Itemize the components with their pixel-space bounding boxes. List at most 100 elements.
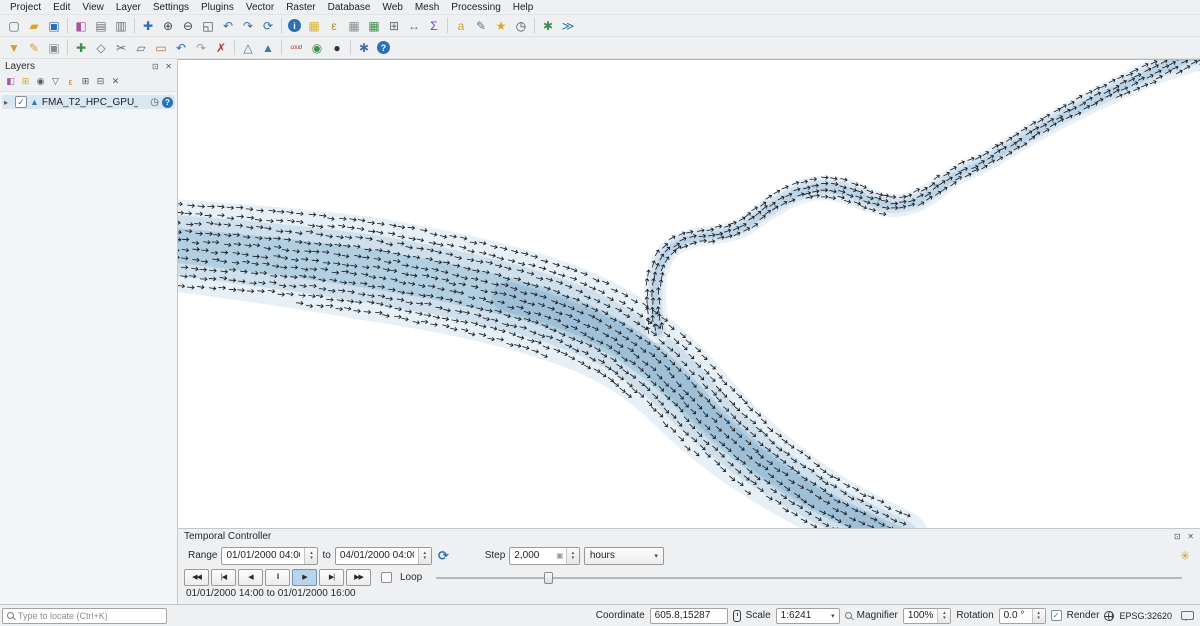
step-back-button[interactable]: ◀ <box>238 569 263 586</box>
pan-map-icon[interactable]: ✚ <box>138 16 158 36</box>
temporal-panel-close-button[interactable]: ✕ <box>1187 532 1194 541</box>
help-contents-icon[interactable]: ? <box>377 41 390 54</box>
magnifier-spinner[interactable]: ▴▾ <box>937 609 950 623</box>
fast-forward-button[interactable]: ▶▶ <box>346 569 371 586</box>
refresh-range-icon[interactable]: ⟳ <box>438 548 449 564</box>
temporal-controller-icon[interactable]: ◷ <box>511 16 531 36</box>
zoom-out-icon[interactable]: ⊖ <box>178 16 198 36</box>
measure-icon[interactable]: ↔ <box>404 16 424 36</box>
expand-arrow-icon[interactable]: ▸ <box>4 98 12 107</box>
layer-row[interactable]: ▸ ✓ ▲ FMA_T2_HPC_GPU_PU1_10 ◷ ? <box>2 95 175 109</box>
locate-input[interactable] <box>18 611 162 621</box>
save-edits-icon[interactable]: ▣ <box>44 38 64 58</box>
layout-manager-icon[interactable]: ▥ <box>111 16 131 36</box>
menu-mesh[interactable]: Mesh <box>409 2 445 13</box>
step-forward-button[interactable]: ▶| <box>319 569 344 586</box>
temporal-indicator-icon[interactable]: ◷ <box>150 97 159 108</box>
crs-unknown-indicator-icon[interactable]: ? <box>162 97 173 108</box>
temporal-panel-float-button[interactable]: ⊡ <box>1174 532 1181 541</box>
open-layer-styling-icon[interactable]: ◧ <box>3 74 18 89</box>
range-end-input[interactable]: ▴▾ <box>335 547 432 565</box>
rotation-spinner[interactable]: ▴▾ <box>1032 609 1045 623</box>
vertex-tool-icon[interactable]: ◇ <box>91 38 111 58</box>
menu-view[interactable]: View <box>76 2 110 13</box>
menu-plugins[interactable]: Plugins <box>195 2 240 13</box>
manage-map-themes-icon[interactable]: ◉ <box>33 74 48 89</box>
style-manager-icon[interactable]: ◧ <box>71 16 91 36</box>
current-edits-icon[interactable]: ▼ <box>4 38 24 58</box>
menu-settings[interactable]: Settings <box>147 2 195 13</box>
rotation-spinbox[interactable]: 0.0 ° ▴▾ <box>999 608 1046 624</box>
zoom-last-icon[interactable]: ↶ <box>218 16 238 36</box>
rewind-button[interactable]: ◀◀ <box>184 569 209 586</box>
statistics-icon[interactable]: Σ <box>424 16 444 36</box>
processing-toolbox-icon[interactable]: ✱ <box>354 38 374 58</box>
zoom-in-icon[interactable]: ⊕ <box>158 16 178 36</box>
zoom-next-icon[interactable]: ↷ <box>238 16 258 36</box>
range-start-input[interactable]: ▴▾ <box>221 547 318 565</box>
range-start-field[interactable] <box>222 548 304 564</box>
select-features-icon[interactable]: ▦ <box>304 16 324 36</box>
step-unit-combo[interactable]: hours ▾ <box>584 547 664 565</box>
layer-visibility-checkbox[interactable]: ✓ <box>15 96 27 108</box>
locate-box[interactable] <box>2 608 167 624</box>
coordinate-box[interactable]: 605.8,15287 <box>650 608 728 624</box>
menu-layer[interactable]: Layer <box>110 2 147 13</box>
step-field[interactable] <box>510 548 554 564</box>
magnifier-spinbox[interactable]: 100% ▴▾ <box>903 608 952 624</box>
undo-icon[interactable]: ↶ <box>171 38 191 58</box>
identify-features-icon[interactable]: i <box>288 19 301 32</box>
menu-raster[interactable]: Raster <box>280 2 321 13</box>
menu-edit[interactable]: Edit <box>47 2 76 13</box>
skip-to-start-button[interactable]: |◀ <box>211 569 236 586</box>
attribute-table-icon[interactable]: ▦ <box>364 16 384 36</box>
cut-features-icon[interactable]: ✂ <box>111 38 131 58</box>
add-feature-icon[interactable]: ✚ <box>71 38 91 58</box>
paste-features-icon[interactable]: ▭ <box>151 38 171 58</box>
range-start-spinner[interactable]: ▴▾ <box>304 548 317 564</box>
layers-panel-close-button[interactable]: ✕ <box>165 62 172 71</box>
filter-by-expression-icon[interactable]: ε <box>63 74 78 89</box>
messages-icon[interactable] <box>1181 611 1194 620</box>
osm-place-search-icon[interactable]: ◉ <box>307 38 327 58</box>
new-layout-icon[interactable]: ▤ <box>91 16 111 36</box>
menu-help[interactable]: Help <box>507 2 540 13</box>
new-project-icon[interactable]: ▢ <box>4 16 24 36</box>
open-project-icon[interactable]: ▰ <box>24 16 44 36</box>
redo-icon[interactable]: ↷ <box>191 38 211 58</box>
deselect-features-icon[interactable]: ▦ <box>344 16 364 36</box>
mouse-position-icon[interactable] <box>733 610 741 622</box>
new-bookmark-icon[interactable]: ★ <box>491 16 511 36</box>
toggle-editing-icon[interactable]: ✎ <box>24 38 44 58</box>
layers-panel-float-button[interactable]: ⊡ <box>152 62 159 71</box>
range-end-spinner[interactable]: ▴▾ <box>418 548 431 564</box>
map-tips-icon[interactable]: ✎ <box>471 16 491 36</box>
time-slider-handle[interactable] <box>544 572 553 584</box>
coordinate-capture-icon[interactable]: cood <box>285 38 307 58</box>
menu-project[interactable]: Project <box>4 2 47 13</box>
menu-web[interactable]: Web <box>376 2 408 13</box>
select-by-expression-icon[interactable]: ε <box>324 16 344 36</box>
python-console-icon[interactable]: ≫ <box>558 16 578 36</box>
range-end-field[interactable] <box>336 548 418 564</box>
render-checkbox[interactable]: ✓ <box>1051 610 1062 621</box>
step-spinner[interactable]: ▴▾ <box>566 548 579 564</box>
scale-combo[interactable]: 1:6241 ▾ <box>776 608 840 624</box>
delete-selected-icon[interactable]: ✗ <box>211 38 231 58</box>
step-clear-icon[interactable]: ▣ <box>554 548 566 564</box>
mesh-transform-icon[interactable]: ▲ <box>258 38 278 58</box>
save-project-icon[interactable]: ▣ <box>44 16 64 36</box>
add-group-icon[interactable]: ⊞ <box>18 74 33 89</box>
play-button[interactable]: ▶ <box>292 569 317 586</box>
loop-checkbox[interactable]: ✓ <box>381 572 392 583</box>
remove-layer-icon[interactable]: ✕ <box>108 74 123 89</box>
pause-button[interactable]: ‖ <box>265 569 290 586</box>
copy-features-icon[interactable]: ▱ <box>131 38 151 58</box>
menu-database[interactable]: Database <box>322 2 377 13</box>
time-slider[interactable] <box>436 570 1182 586</box>
map-canvas[interactable] <box>178 59 1200 528</box>
menu-vector[interactable]: Vector <box>240 2 280 13</box>
step-input[interactable]: ▣ ▴▾ <box>509 547 580 565</box>
refresh-map-icon[interactable]: ⟳ <box>258 16 278 36</box>
mesh-digitizing-icon[interactable]: △ <box>238 38 258 58</box>
